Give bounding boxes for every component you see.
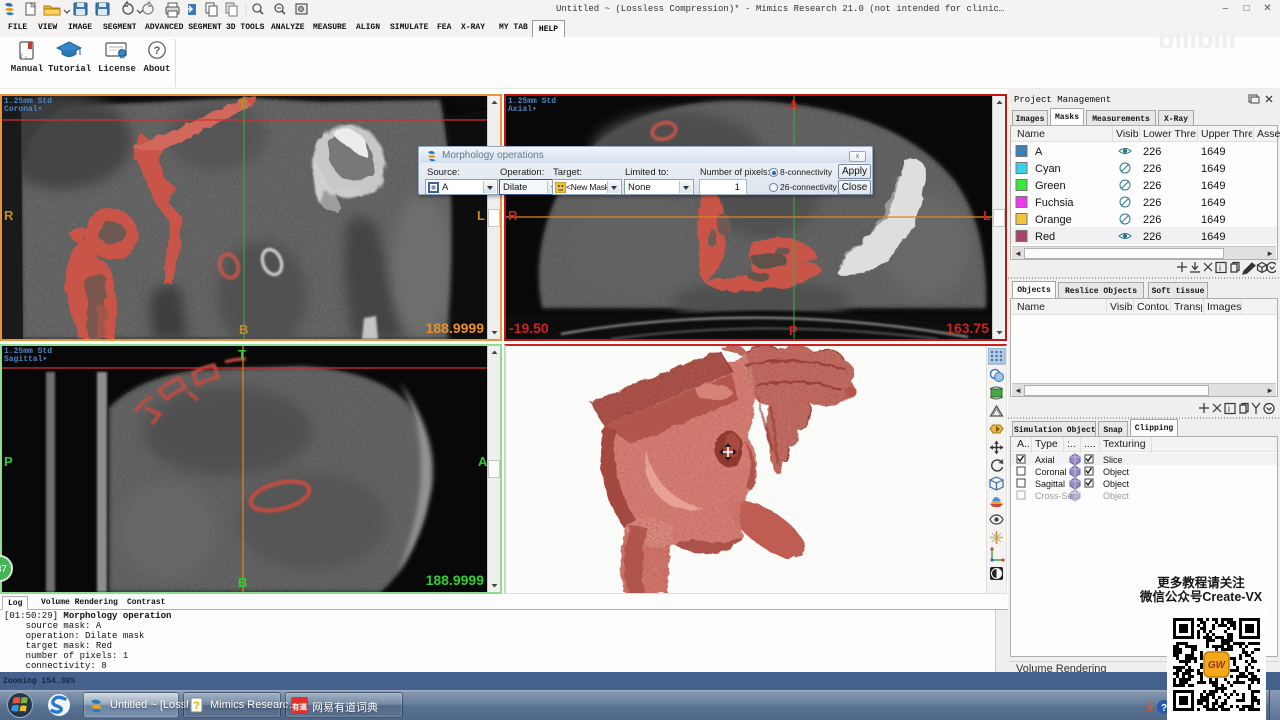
- svg-text:Slice: Slice: [1103, 455, 1123, 465]
- svg-text:1649: 1649: [1201, 214, 1225, 226]
- svg-text:Fuchsia: Fuchsia: [1035, 197, 1074, 209]
- svg-text:226: 226: [1143, 197, 1161, 209]
- svg-text:Coronal: Coronal: [1035, 467, 1067, 477]
- svg-text:?: ?: [154, 45, 161, 57]
- svg-text:226: 226: [1143, 180, 1161, 192]
- svg-text:226: 226: [1143, 214, 1161, 226]
- svg-text:Cyan: Cyan: [1035, 163, 1061, 175]
- svg-text:Object: Object: [1103, 479, 1130, 489]
- svg-text:Object: Object: [1103, 467, 1130, 477]
- svg-text:1649: 1649: [1201, 197, 1225, 209]
- svg-text:Object: Object: [1103, 491, 1130, 501]
- svg-text:Red: Red: [1035, 231, 1055, 243]
- svg-text:226: 226: [1143, 146, 1161, 158]
- svg-text:A: A: [1035, 146, 1043, 158]
- svg-text:Green: Green: [1035, 180, 1066, 192]
- svg-text:Orange: Orange: [1035, 214, 1072, 226]
- svg-text:1649: 1649: [1201, 163, 1225, 175]
- svg-text:i: i: [1228, 404, 1230, 414]
- svg-text:S: S: [1146, 699, 1153, 714]
- svg-text:GW: GW: [1208, 660, 1227, 671]
- svg-text:1649: 1649: [1201, 180, 1225, 192]
- svg-text:?: ?: [193, 700, 200, 712]
- svg-text:有道: 有道: [292, 702, 307, 712]
- svg-text:226: 226: [1143, 163, 1161, 175]
- svg-text:Axial: Axial: [1035, 455, 1055, 465]
- svg-text:1649: 1649: [1201, 231, 1225, 243]
- svg-text:i: i: [1219, 263, 1221, 273]
- svg-text:Sagittal: Sagittal: [1035, 479, 1065, 489]
- svg-text:226: 226: [1143, 231, 1161, 243]
- svg-text:1649: 1649: [1201, 146, 1225, 158]
